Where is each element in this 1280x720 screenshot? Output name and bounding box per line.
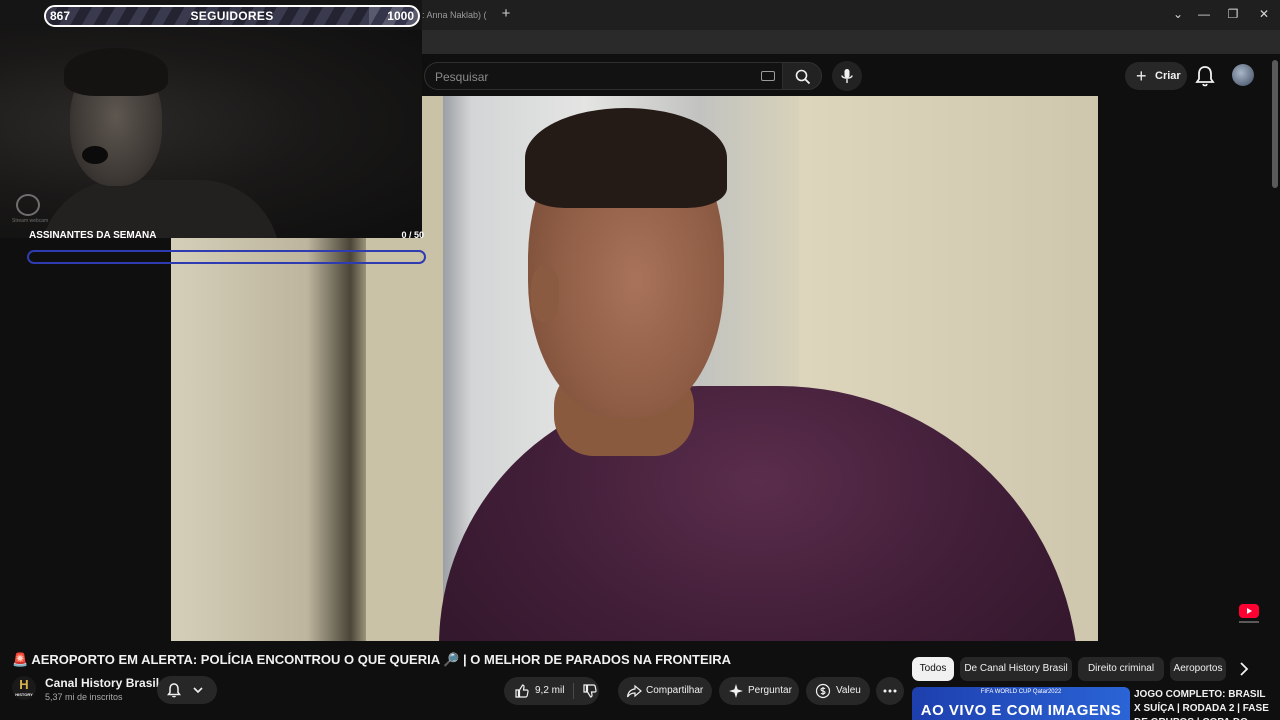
page-scrollbar[interactable] [1272,60,1278,188]
channel-avatar[interactable]: H HISTORY [12,676,36,700]
subscribe-watermark-icon[interactable] [1236,602,1262,626]
webcam-logo-icon [16,194,40,216]
webcam-logo-text: Stream webcam [12,218,49,224]
subscription-bell-button[interactable] [157,676,217,704]
close-icon[interactable]: ✕ [1252,4,1276,24]
thanks-button[interactable]: Valeu [806,677,870,705]
thumbnail-headline: AO VIVO E COM IMAGENS [920,702,1122,719]
like-dislike-group: 9,2 mil [504,677,599,705]
maximize-icon[interactable]: ❐ [1221,4,1245,24]
recommendation-chips: Todos De Canal History Brasil Direito cr… [912,657,1242,681]
notifications-bell-icon[interactable] [1194,64,1216,88]
ask-label: Perguntar [748,685,792,696]
headset-microphone-icon [82,146,108,164]
channel-logo-text: HISTORY [15,692,33,697]
bell-icon [167,683,181,698]
chevron-down-icon [193,687,203,694]
create-button[interactable]: + Criar [1125,62,1187,90]
dislike-icon[interactable] [582,683,598,699]
thanks-label: Valeu [836,685,861,696]
weekly-subs-count: 0 / 50 [401,230,424,240]
weekly-subs-label: ASSINANTES DA SEMANA [29,230,157,241]
sparkle-icon [729,684,743,698]
account-avatar[interactable] [1232,64,1254,86]
streamer-hair [64,48,168,96]
chip-channel[interactable]: De Canal History Brasil [960,657,1072,681]
screen: : Anna Naklab) ( + ⌄ — ❐ ✕ + Criar [0,0,1280,720]
new-tab-button[interactable]: + [498,4,514,24]
create-label: Criar [1155,70,1181,82]
channel-logo-letter: H [19,677,29,692]
voice-search-button[interactable] [832,61,862,91]
plus-icon: + [1136,66,1147,86]
channel-name[interactable]: Canal History Brasil [45,676,159,690]
more-actions-button[interactable] [876,677,904,705]
recommendation-thumbnail[interactable]: FIFA WORLD CUP Qatar2022 AO VIVO E COM I… [912,687,1130,720]
webcam-logo: Stream webcam [12,194,48,226]
channel-subscribers: 5,37 mi de inscritos [45,692,123,702]
chip-criminal-law[interactable]: Direito criminal [1078,657,1164,681]
search-box[interactable] [424,62,782,90]
like-divider [573,683,574,699]
super-thanks-icon [815,683,831,699]
followers-goal-bar: 867 SEGUIDORES 1000 [44,5,420,27]
browser-tab[interactable]: : Anna Naklab) ( [422,4,492,26]
webcam-overlay: Stream webcam 867 SEGUIDORES 1000 [0,0,422,238]
thumbnail-caption: FIFA WORLD CUP Qatar2022 [980,689,1062,695]
share-icon [626,684,642,698]
keyboard-icon[interactable] [761,71,775,81]
recommendation-title[interactable]: JOGO COMPLETO: BRASIL X SUÍÇA | RODADA 2… [1134,688,1274,720]
chip-todos[interactable]: Todos [912,657,954,681]
video-title: 🚨 AEROPORTO EM ALERTA: POLÍCIA ENCONTROU… [12,652,732,667]
search-button[interactable] [782,62,822,90]
search-input[interactable] [435,67,745,87]
followers-label: SEGUIDORES [190,9,274,23]
like-count[interactable]: 9,2 mil [535,677,564,705]
ask-button[interactable]: Perguntar [719,677,799,705]
like-icon[interactable] [514,683,530,699]
microphone-icon [841,69,853,83]
more-icon [883,689,897,693]
minimize-icon[interactable]: — [1192,4,1216,24]
followers-goal: 1000 [387,9,414,23]
chip-airports[interactable]: Aeroportos [1170,657,1226,681]
tab-search-icon[interactable]: ⌄ [1166,4,1190,24]
share-button[interactable]: Compartilhar [618,677,712,705]
weekly-subs-bar [27,250,426,264]
video-person-hair [525,108,727,208]
video-person-ear [531,266,559,322]
share-label: Compartilhar [646,685,704,696]
chevron-right-icon[interactable] [1234,657,1254,681]
search-icon [795,69,811,85]
